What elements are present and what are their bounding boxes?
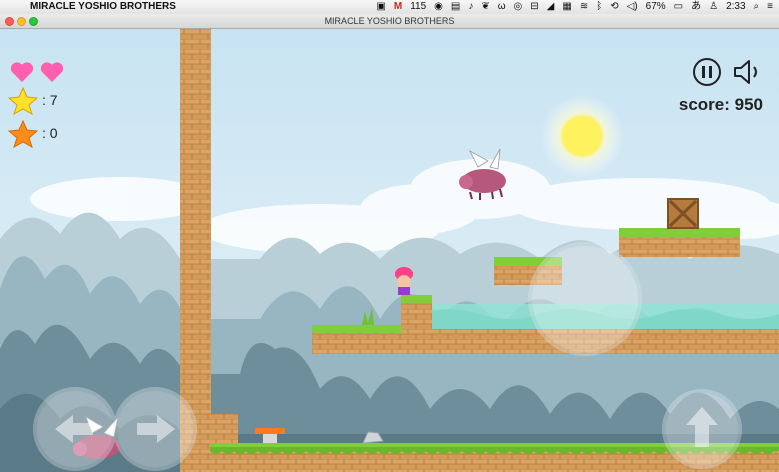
game-canvas[interactable]: : 7 : 0 score: 950 — [0, 29, 779, 472]
chat-bubble-icon[interactable]: ◉ — [434, 0, 443, 14]
right-arrow-icon — [137, 415, 175, 443]
yellow-star-count: : 7 — [42, 92, 58, 108]
clock-time[interactable]: 2:33 — [726, 0, 745, 14]
window-titlebar: MIRACLE YOSHIO BROTHERS — [0, 14, 779, 29]
orange-star-count: : 0 — [42, 125, 58, 141]
heart-icon — [40, 62, 64, 82]
menu-list-icon[interactable]: ≡ — [767, 0, 773, 14]
up-arrow-icon — [686, 407, 718, 447]
input-method-indicator[interactable]: あ — [691, 0, 701, 14]
heart-icon — [10, 62, 34, 82]
score-value: 950 — [734, 95, 763, 114]
mac-menubar: MIRACLE YOSHIO BROTHERS ▣ M 115 ◉ ▤ ♪ ❦ … — [0, 0, 779, 15]
window-title: MIRACLE YOSHIO BROTHERS — [324, 16, 455, 26]
evernote-icon[interactable]: ❦ — [481, 0, 489, 14]
orange-star-icon — [8, 120, 38, 148]
gmail-count: 115 — [410, 1, 427, 12]
search-icon[interactable]: ⌕ — [754, 0, 760, 14]
floating-platform-right — [619, 228, 740, 257]
left-arrow-button[interactable] — [35, 389, 115, 469]
sound-button[interactable] — [732, 57, 764, 87]
speaker-icon — [734, 60, 757, 84]
right-arrow-button[interactable] — [115, 389, 195, 469]
battery-icon[interactable]: ▭ — [674, 0, 683, 14]
image-icon[interactable]: ▦ — [562, 0, 571, 14]
pause-icon — [693, 58, 721, 86]
wifi-icon[interactable]: ≋ — [580, 0, 588, 14]
menubar-status-area: ▣ M 115 ◉ ▤ ♪ ❦ ω ◎ ⊟ ◢ ▦ ≋ ᛒ ⟲ ◁) 67% ▭… — [376, 0, 773, 14]
bluetooth-icon[interactable]: ᛒ — [596, 0, 602, 14]
left-arrow-icon — [55, 415, 93, 443]
pause-button[interactable] — [692, 57, 722, 87]
clipboard-icon[interactable]: ▤ — [451, 0, 460, 14]
bell-icon[interactable]: ♪ — [468, 0, 473, 14]
jump-button[interactable] — [664, 391, 740, 467]
globe-icon[interactable]: ◎ — [514, 0, 523, 14]
volume-icon[interactable]: ◁) — [627, 0, 638, 14]
action-button-bg — [528, 242, 642, 356]
gmail-icon[interactable]: M — [394, 0, 402, 14]
omega-icon[interactable]: ω — [498, 0, 506, 14]
user-icon[interactable]: ♙ — [709, 0, 718, 14]
train-icon[interactable]: ⊟ — [530, 0, 538, 14]
heart-icons — [10, 62, 64, 82]
tray-app-icon[interactable]: ▣ — [376, 0, 385, 14]
yellow-star-icon — [8, 87, 38, 115]
menubar-app-name[interactable]: MIRACLE YOSHIO BROTHERS — [30, 0, 176, 14]
wooden-crate-icon — [667, 198, 699, 229]
battery-percent: 67% — [645, 1, 666, 12]
score-display: score: 950 — [679, 95, 763, 115]
time-machine-icon[interactable]: ⟲ — [610, 0, 618, 14]
signal-icon[interactable]: ◢ — [547, 0, 555, 14]
score-label: score: — [678, 95, 730, 114]
